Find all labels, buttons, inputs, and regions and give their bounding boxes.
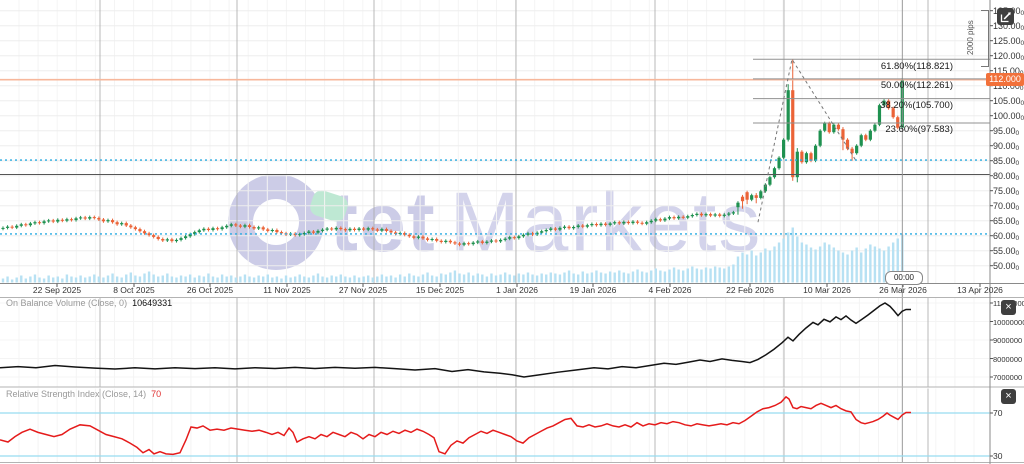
rsi-line [0, 397, 911, 455]
obv-value: 10649331 [132, 298, 172, 308]
edit-chart-button[interactable] [997, 8, 1014, 25]
zigzag-drawing [758, 59, 856, 222]
month-gridlines [100, 0, 928, 463]
crosshair-time-tag: 00:00 [885, 271, 923, 285]
edit-icon [1000, 11, 1012, 23]
pips-measure-label: 2000 pips [966, 10, 979, 66]
rsi-close-button[interactable]: × [1001, 389, 1016, 404]
rsi-panel-header: Relative Strength Index (Close, 14) 70 [6, 389, 161, 399]
obv-panel-header: On Balance Volume (Close, 0) 10649331 [6, 298, 172, 308]
obv-close-button[interactable]: × [1001, 300, 1016, 315]
rsi-value: 70 [151, 389, 161, 399]
obv-title: On Balance Volume (Close, 0) [6, 298, 127, 308]
rsi-title: Relative Strength Index (Close, 14) [6, 389, 146, 399]
current-price-tag: 112.000 [986, 73, 1024, 86]
horizontal-lines [0, 80, 990, 234]
candlestick-series [1, 59, 904, 246]
trading-chart-window: tet Markets 135.000130.000125.000120.000… [0, 0, 1024, 464]
pips-measure-bracket [981, 10, 989, 67]
